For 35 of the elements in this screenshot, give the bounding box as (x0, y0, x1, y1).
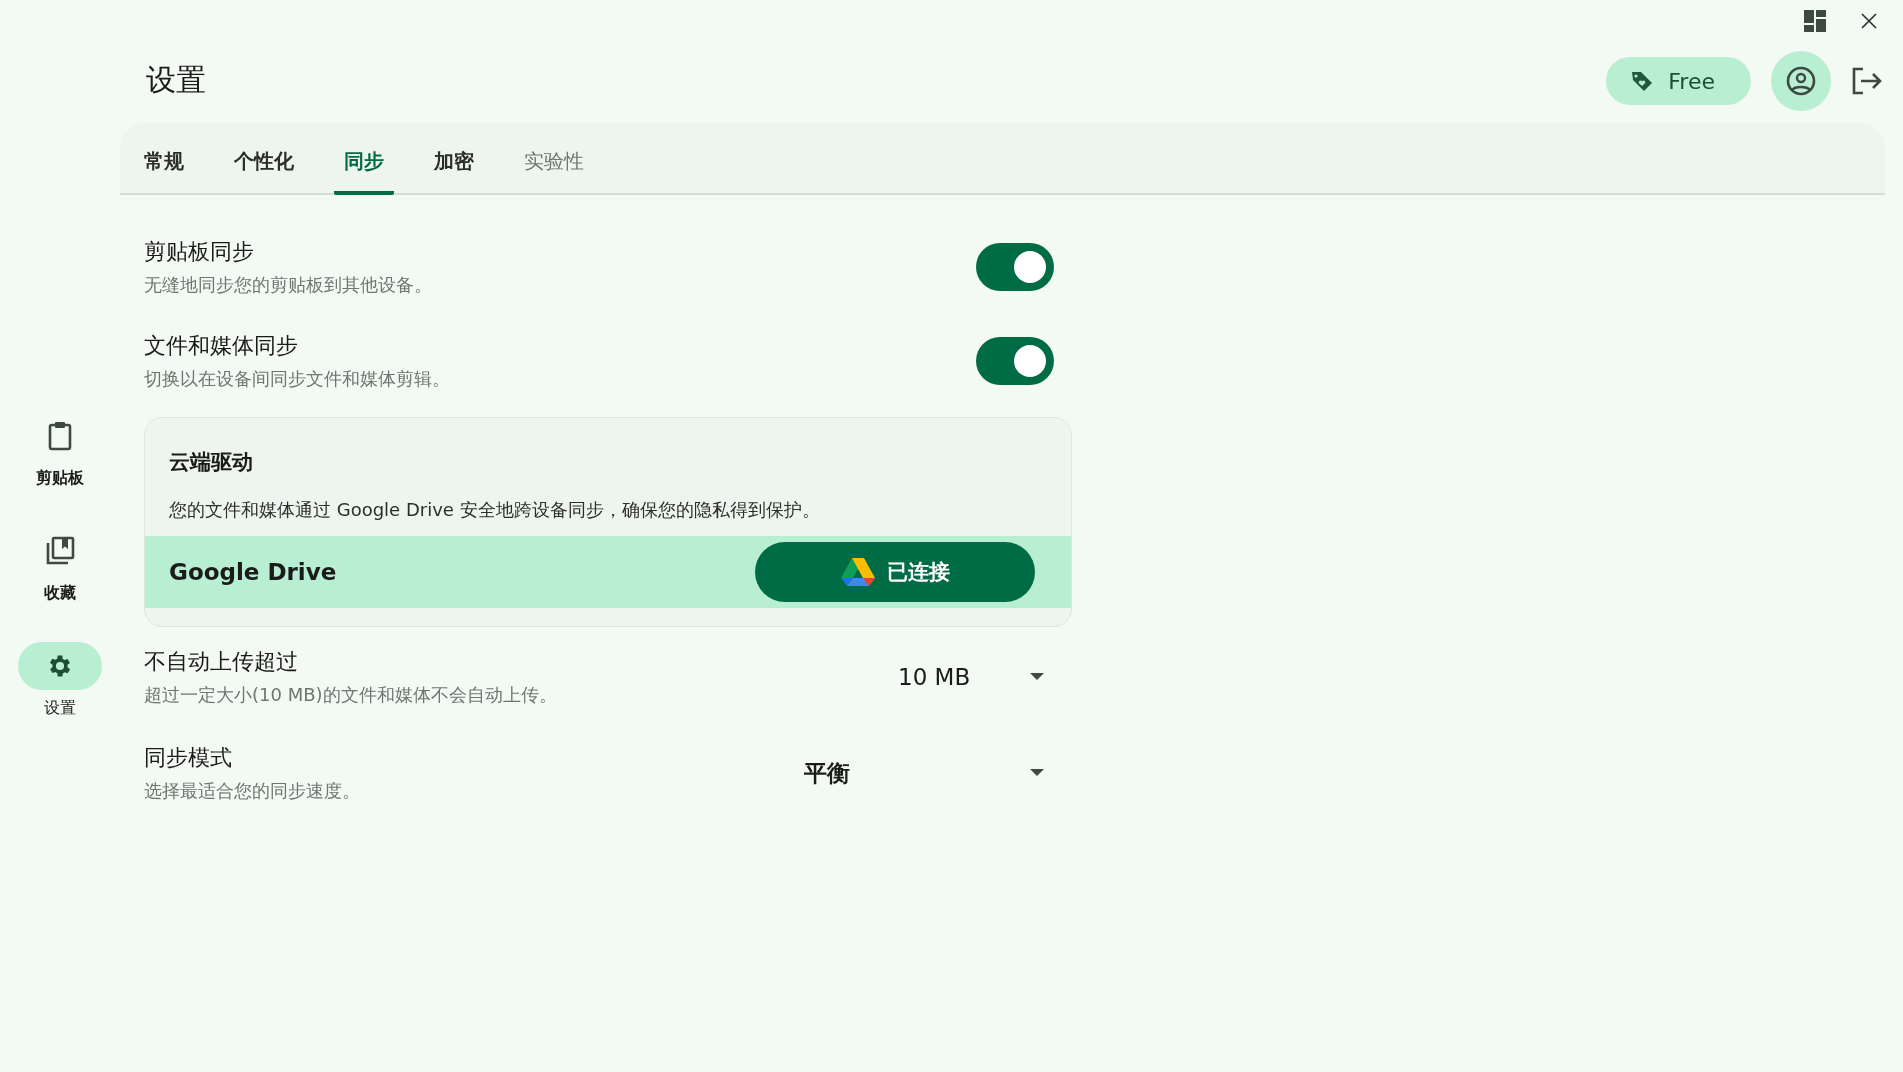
logout-icon[interactable] (1851, 67, 1883, 95)
plan-button[interactable]: Free (1606, 57, 1751, 105)
setting-title: 剪贴板同步 (144, 238, 255, 266)
books-icon (45, 536, 75, 566)
setting-title: 同步模式 (144, 744, 233, 772)
clipboard-icon (48, 421, 72, 451)
tab[interactable]: 同步 (334, 148, 394, 195)
toggle-switch[interactable] (976, 243, 1054, 291)
setting-title: 文件和媒体同步 (144, 332, 299, 360)
sidebar-item[interactable]: 剪贴板 (18, 412, 102, 489)
dropdown[interactable]: 10 MB (804, 653, 1054, 701)
tab[interactable]: 个性化 (224, 148, 304, 195)
dropdown-arrow-icon (1030, 769, 1044, 777)
toggle-switch[interactable] (976, 337, 1054, 385)
setting-description: 无缝地同步您的剪贴板到其他设备。 (144, 273, 432, 297)
dropdown[interactable]: 平衡 (804, 749, 1054, 797)
account-button[interactable] (1771, 51, 1831, 111)
setting-title: 不自动上传超过 (144, 648, 299, 676)
dropdown-arrow-icon (1030, 673, 1044, 681)
sidebar-item[interactable]: 收藏 (18, 527, 102, 604)
connected-button[interactable]: 已连接 (755, 542, 1035, 602)
card-title: 云端驱动 (168, 449, 254, 476)
tab[interactable]: 加密 (424, 148, 484, 195)
setting-description: 超过一定大小(10 MB)的文件和媒体不会自动上传。 (144, 683, 557, 707)
grid-icon[interactable] (1803, 9, 1827, 33)
close-icon[interactable] (1861, 13, 1877, 29)
page-title: 设置 (145, 61, 206, 99)
provider-name: Google Drive (169, 559, 337, 585)
card-description: 您的文件和媒体通过 Google Drive 安全地跨设备同步，确保您的隐私得到保护。 (168, 498, 821, 522)
tag-icon (1630, 69, 1655, 93)
setting-description: 选择最适合您的同步速度。 (144, 779, 360, 803)
account-icon (1786, 66, 1816, 96)
tab[interactable]: 常规 (134, 148, 194, 195)
drive-icon (840, 557, 875, 587)
setting-description: 切换以在设备间同步文件和媒体剪辑。 (144, 367, 450, 391)
